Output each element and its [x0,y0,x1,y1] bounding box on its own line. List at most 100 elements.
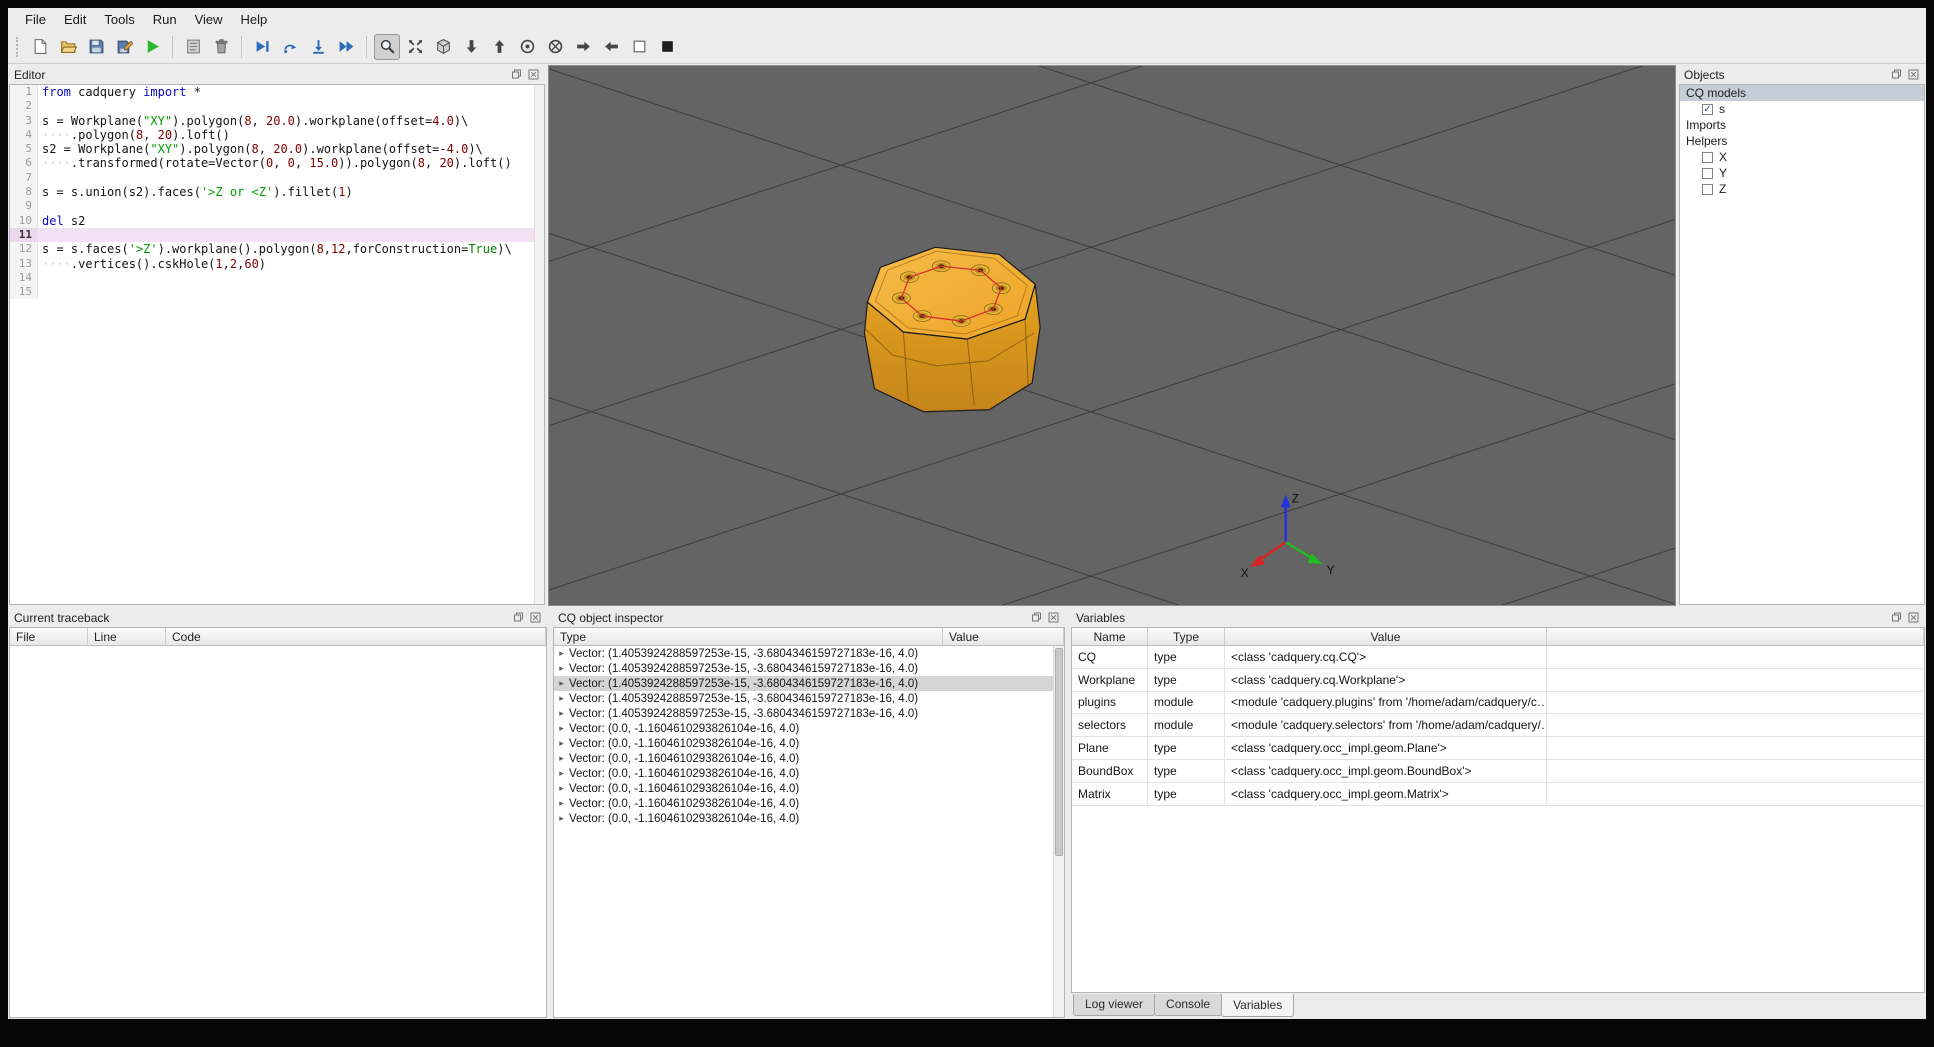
column-header-type[interactable]: Type [554,628,943,646]
menu-tools[interactable]: Tools [95,10,143,29]
close-panel-button[interactable] [1907,611,1920,624]
expand-arrow-icon[interactable]: ▸ [554,753,569,764]
inspector-row[interactable]: ▸ Vector: (0.0, -1.1604610293826104e-16, … [554,766,1064,781]
tree-item-s[interactable]: ✓ s [1680,101,1924,117]
column-header-value[interactable]: Value [1225,628,1547,646]
continue-button[interactable] [333,34,359,60]
new-file-button[interactable] [27,34,53,60]
variable-row[interactable]: BoundBox type <class 'cadquery.occ_impl.ge… [1072,759,1924,783]
tree-item-imports[interactable]: Imports [1680,117,1924,133]
left-view-button[interactable] [570,34,596,60]
expand-arrow-icon[interactable]: ▸ [554,783,569,794]
float-panel-button[interactable] [1030,611,1043,624]
column-header-line[interactable]: Line [88,628,166,646]
expand-arrow-icon[interactable]: ▸ [554,798,569,809]
cad-model[interactable] [863,246,1041,413]
variable-row[interactable]: Workplane type <class 'cadquery.cq.Workpla… [1072,668,1924,692]
expand-arrow-icon[interactable]: ▸ [554,693,569,704]
float-panel-button[interactable] [512,611,525,624]
expand-arrow-icon[interactable]: ▸ [554,708,569,719]
checkbox-y[interactable] [1702,167,1713,179]
shaded-button[interactable] [654,34,680,60]
code-line[interactable]: 8 s = s.union(s2).faces('>Z or <Z').fille… [10,185,544,200]
inspector-scrollbar[interactable] [1053,646,1064,1017]
code-line[interactable]: 4 ····.polygon(8, 20).loft() [10,127,544,143]
code-line[interactable]: 11 [10,227,544,243]
checkbox-x[interactable] [1702,151,1713,163]
close-panel-button[interactable] [1907,68,1920,81]
top-view-button[interactable] [458,34,484,60]
variables-panel-titlebar[interactable]: Variables [1070,608,1926,627]
code-line[interactable]: 14 [10,270,544,286]
inspector-row[interactable]: ▸ Vector: (0.0, -1.1604610293826104e-16, … [554,736,1064,751]
inspector-row[interactable]: ▸ Vector: (1.4053924288597253e-15, -3.680… [554,706,1064,721]
inspector-row[interactable]: ▸ Vector: (0.0, -1.1604610293826104e-16, … [554,721,1064,736]
save-as-button[interactable] [111,34,137,60]
float-panel-button[interactable] [510,68,523,81]
code-line[interactable]: 7 [10,170,544,186]
tab-variables[interactable]: Variables [1221,994,1295,1017]
expand-arrow-icon[interactable]: ▸ [554,723,569,734]
step-button[interactable] [277,34,303,60]
variable-row[interactable]: plugins module <module 'cadquery.plugins' … [1072,691,1924,715]
variable-row[interactable]: CQ type <class 'cadquery.cq.CQ'> [1072,646,1924,669]
code-line[interactable]: 13 ····.vertices().cskHole(1,2,60) [10,256,544,271]
column-header-name[interactable]: Name [1072,628,1148,646]
tree-item-cq-models[interactable]: CQ models [1680,85,1924,101]
tree-item-z[interactable]: Z [1680,181,1924,197]
expand-arrow-icon[interactable]: ▸ [554,813,569,824]
save-button[interactable] [83,34,109,60]
zoom-button[interactable] [374,33,400,60]
code-line[interactable]: 1 from cadquery import * [10,85,544,100]
menu-help[interactable]: Help [232,10,277,29]
float-panel-button[interactable] [1890,68,1903,81]
right-view-button[interactable] [598,34,624,60]
editor-panel-titlebar[interactable]: Editor [8,65,546,84]
close-panel-button[interactable] [527,68,540,81]
code-line[interactable]: 15 [10,285,544,300]
code-line[interactable]: 10 del s2 [10,213,544,228]
code-line[interactable]: 6 ····.transformed(rotate=Vector(0, 0, 15… [10,156,544,171]
inspector-row[interactable]: ▸ Vector: (0.0, -1.1604610293826104e-16, … [554,781,1064,796]
front-view-button[interactable] [514,34,540,60]
inspector-row[interactable]: ▸ Vector: (1.4053924288597253e-15, -3.680… [554,646,1064,661]
expand-arrow-icon[interactable]: ▸ [554,648,569,659]
render-button[interactable] [139,34,165,60]
code-line[interactable]: 5 s2 = Workplane("XY").polygon(8, 20.0).w… [10,142,544,157]
toggle-comment-button[interactable] [180,34,206,60]
tree-item-helpers[interactable]: Helpers [1680,133,1924,149]
menu-edit[interactable]: Edit [55,10,95,29]
code-line[interactable]: 9 [10,199,544,214]
inspector-row[interactable]: ▸ Vector: (0.0, -1.1604610293826104e-16, … [554,796,1064,811]
checkbox-z[interactable] [1702,183,1713,195]
column-header-type[interactable]: Type [1148,628,1225,646]
menu-view[interactable]: View [186,10,232,29]
expand-arrow-icon[interactable]: ▸ [554,738,569,749]
inspector-row[interactable]: ▸ Vector: (0.0, -1.1604610293826104e-16, … [554,751,1064,766]
bottom-view-button[interactable] [486,34,512,60]
scrollbar-thumb[interactable] [1055,648,1063,856]
menu-run[interactable]: Run [144,10,186,29]
code-line[interactable]: 3 s = Workplane("XY").polygon(8, 20.0).wo… [10,113,544,128]
traceback-panel-titlebar[interactable]: Current traceback [8,608,548,627]
expand-arrow-icon[interactable]: ▸ [554,663,569,674]
variable-row[interactable]: Plane type <class 'cadquery.occ_impl.geom.… [1072,737,1924,760]
inspector-row[interactable]: ▸ Vector: (0.0, -1.1604610293826104e-16, … [554,811,1064,826]
code-line[interactable]: 2 [10,99,544,114]
objects-panel-titlebar[interactable]: Objects [1678,65,1926,84]
debug-button[interactable] [249,34,275,60]
fit-view-button[interactable] [402,34,428,60]
wireframe-button[interactable] [626,34,652,60]
menu-file[interactable]: File [16,10,55,29]
viewport-3d[interactable]: X Y Z [548,65,1676,606]
float-panel-button[interactable] [1890,611,1903,624]
delete-button[interactable] [208,34,234,60]
iso-view-button[interactable] [430,34,456,60]
variable-row[interactable]: selectors module <module 'cadquery.selecto… [1072,714,1924,738]
inspector-row[interactable]: ▸ Vector: (1.4053924288597253e-15, -3.680… [554,661,1064,676]
column-header-code[interactable]: Code [166,628,546,646]
close-panel-button[interactable] [1047,611,1060,624]
checkbox-s[interactable]: ✓ [1702,103,1713,115]
expand-arrow-icon[interactable]: ▸ [554,678,569,689]
tree-item-y[interactable]: Y [1680,165,1924,181]
